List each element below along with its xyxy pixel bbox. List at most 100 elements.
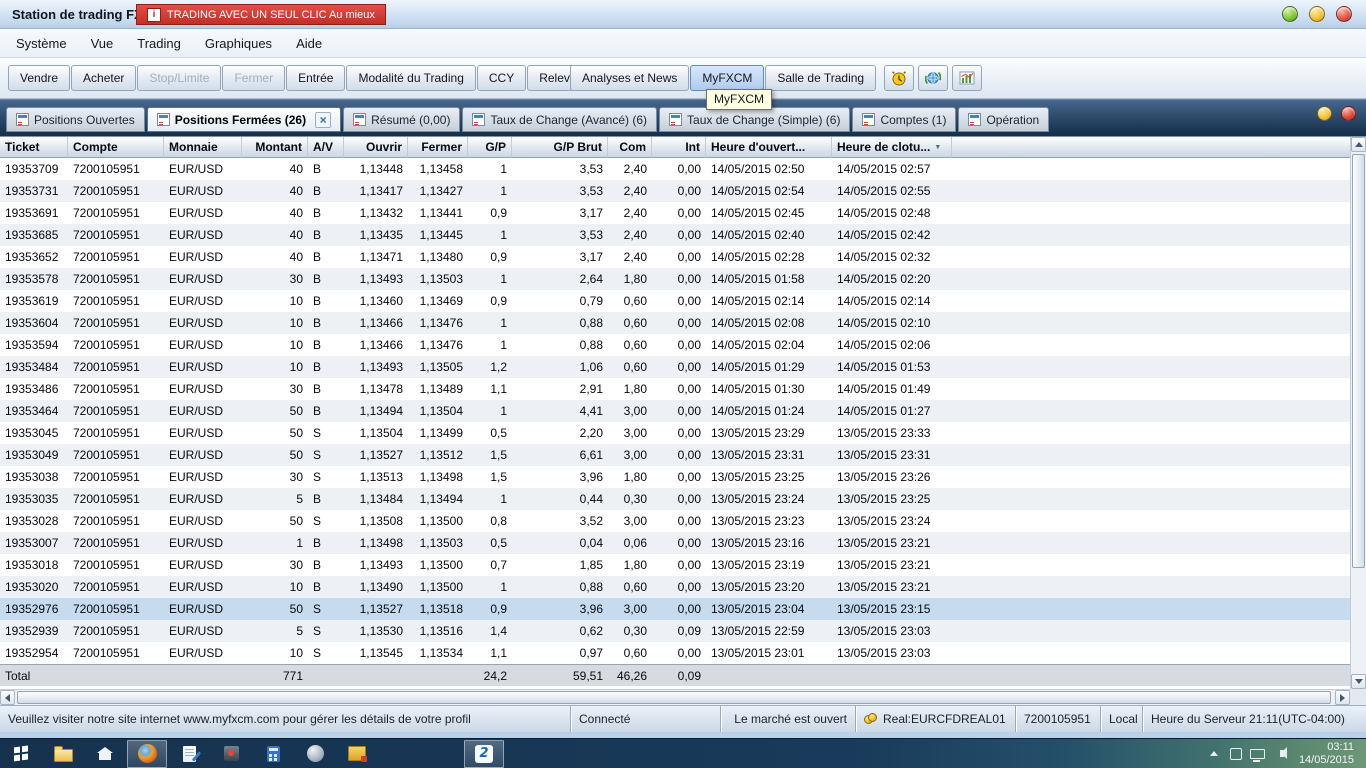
column-header-3[interactable]: Montant (242, 137, 308, 158)
column-header-label: G/P (485, 140, 506, 154)
horizontal-scroll-track[interactable] (15, 690, 1335, 705)
one-click-trading-banner[interactable]: i TRADING AVEC UN SEUL CLIC Au mieux (136, 4, 386, 25)
horizontal-scrollbar[interactable] (0, 689, 1350, 705)
position-row[interactable]: 193535787200105951EUR/USD30B1,134931,135… (0, 268, 1350, 290)
column-header-2[interactable]: Monnaie (164, 137, 242, 158)
tab-taux-de-change-simple-6[interactable]: Taux de Change (Simple) (6) (659, 107, 850, 132)
tab-comptes-1[interactable]: Comptes (1) (852, 107, 956, 132)
position-row[interactable]: 193530387200105951EUR/USD30S1,135131,134… (0, 466, 1350, 488)
position-row[interactable]: 193530207200105951EUR/USD10B1,134901,135… (0, 576, 1350, 598)
position-row[interactable]: 193536857200105951EUR/USD40B1,134351,134… (0, 224, 1350, 246)
toolbar-button-entr-e[interactable]: Entrée (286, 65, 345, 91)
taskbar-file-explorer-button[interactable] (43, 740, 83, 768)
taskbar-mail-app-button[interactable] (337, 740, 377, 768)
taskbar-start-button[interactable] (1, 740, 41, 768)
position-row[interactable]: 193530187200105951EUR/USD30B1,134931,135… (0, 554, 1350, 576)
taskbar-desktop-home-button[interactable] (85, 740, 125, 768)
taskbar-calculator-button[interactable] (253, 740, 293, 768)
tab-r-sum-0-00[interactable]: Résumé (0,00) (343, 107, 460, 132)
menu-vue[interactable]: Vue (79, 32, 126, 55)
position-row[interactable]: 193534867200105951EUR/USD30B1,134781,134… (0, 378, 1350, 400)
taskbar-notepad-button[interactable] (169, 740, 209, 768)
taskbar-trading-station-button[interactable] (464, 740, 504, 768)
column-header-11[interactable]: Heure d'ouvert... (706, 137, 832, 158)
position-row[interactable]: 193534647200105951EUR/USD50B1,134941,135… (0, 400, 1350, 422)
position-row[interactable]: 193530287200105951EUR/USD50S1,135081,135… (0, 510, 1350, 532)
taskbar-clock[interactable]: 03:11 14/05/2015 (1299, 741, 1354, 767)
scroll-down-button[interactable] (1351, 674, 1366, 689)
position-row[interactable]: 193529547200105951EUR/USD10S1,135451,135… (0, 642, 1350, 664)
tab-positions-ouvertes[interactable]: Positions Ouvertes (6, 107, 145, 132)
column-header-4[interactable]: A/V (308, 137, 344, 158)
position-row[interactable]: 193530357200105951EUR/USD5B1,134841,1349… (0, 488, 1350, 510)
column-header-5[interactable]: Ouvrir (344, 137, 408, 158)
column-header-9[interactable]: Com (608, 137, 652, 158)
column-header-6[interactable]: Fermer (408, 137, 468, 158)
cell: 7200105951 (68, 532, 164, 554)
market-chart-button[interactable] (952, 65, 982, 91)
position-row[interactable]: 193536197200105951EUR/USD10B1,134601,134… (0, 290, 1350, 312)
position-row[interactable]: 193530497200105951EUR/USD50S1,135271,135… (0, 444, 1350, 466)
menu-graphiques[interactable]: Graphiques (193, 32, 284, 55)
table-total-body: Total77124,259,5146,260,09 (0, 664, 1350, 686)
menu-aide[interactable]: Aide (284, 32, 334, 55)
position-row[interactable]: 193530457200105951EUR/USD50S1,135041,134… (0, 422, 1350, 444)
menu-syst-me[interactable]: Système (4, 32, 79, 55)
toolbar-button-acheter[interactable]: Acheter (71, 65, 136, 91)
vertical-scrollbar[interactable] (1350, 137, 1366, 689)
tab-close-button[interactable] (315, 112, 331, 128)
tray-input-button[interactable] (1225, 740, 1247, 768)
alarm-clock-button[interactable] (884, 65, 914, 91)
tray-expand-button[interactable] (1203, 740, 1225, 768)
position-row[interactable]: 193530077200105951EUR/USD1B1,134981,1350… (0, 532, 1350, 554)
column-header-label: Montant (255, 140, 302, 154)
scroll-up-button[interactable] (1351, 137, 1366, 152)
statusbar: Veuillez visiter notre site internet www… (0, 705, 1366, 732)
position-row[interactable]: 193536047200105951EUR/USD10B1,134661,134… (0, 312, 1350, 334)
column-header-1[interactable]: Compte (68, 137, 164, 158)
vertical-scroll-thumb[interactable] (1352, 154, 1365, 568)
position-row[interactable]: 193536917200105951EUR/USD40B1,134321,134… (0, 202, 1350, 224)
tab-op-ration[interactable]: Opération (958, 107, 1049, 132)
toolbar-button-vendre[interactable]: Vendre (8, 65, 70, 91)
taskbar-browser-gray-button[interactable] (295, 740, 335, 768)
position-row[interactable]: 193529767200105951EUR/USD50S1,135271,135… (0, 598, 1350, 620)
toolbar-button-ccy[interactable]: CCY (477, 65, 526, 91)
close-button[interactable] (1336, 6, 1352, 22)
refresh-globe-button[interactable] (918, 65, 948, 91)
tray-network-button[interactable] (1247, 740, 1269, 768)
horizontal-scroll-thumb[interactable] (17, 691, 1331, 704)
tab-label: Positions Fermées (26) (175, 113, 306, 127)
scroll-right-button[interactable] (1335, 690, 1350, 705)
tray-volume-button[interactable] (1269, 740, 1291, 768)
column-header-8[interactable]: G/P Brut (512, 137, 608, 158)
restore-button[interactable] (1309, 6, 1325, 22)
toolbar-button-modalit-du-trading[interactable]: Modalité du Trading (346, 65, 475, 91)
position-row[interactable]: 193537097200105951EUR/USD40B1,134481,134… (0, 158, 1350, 180)
cell-filler (952, 180, 1350, 202)
toolbar-button-myfxcm[interactable]: MyFXCM (690, 65, 764, 91)
column-header-7[interactable]: G/P (468, 137, 512, 158)
toolbar-button-salle-de-trading[interactable]: Salle de Trading (765, 65, 876, 91)
position-row[interactable]: 193536527200105951EUR/USD40B1,134711,134… (0, 246, 1350, 268)
position-row[interactable]: 193534847200105951EUR/USD10B1,134931,135… (0, 356, 1350, 378)
vertical-scroll-track[interactable] (1351, 152, 1366, 674)
position-row[interactable]: 193537317200105951EUR/USD40B1,134171,134… (0, 180, 1350, 202)
panel-minimize-button[interactable] (1317, 106, 1332, 121)
panel-close-button[interactable] (1341, 106, 1356, 121)
minimize-button[interactable] (1282, 6, 1298, 22)
taskbar-firefox-button[interactable] (127, 740, 167, 768)
cell: 7200105951 (68, 246, 164, 268)
column-header-0[interactable]: Ticket (0, 137, 68, 158)
position-row[interactable]: 193535947200105951EUR/USD10B1,134661,134… (0, 334, 1350, 356)
column-header-10[interactable]: Int (652, 137, 706, 158)
tab-positions-ferm-es-26[interactable]: Positions Fermées (26) (147, 107, 341, 132)
tab-taux-de-change-avanc-6[interactable]: Taux de Change (Avancé) (6) (462, 107, 657, 132)
toolbar-button-analyses-et-news[interactable]: Analyses et News (570, 65, 689, 91)
taskbar: 03:11 14/05/2015 (0, 738, 1366, 768)
taskbar-utility-app-button[interactable] (211, 740, 251, 768)
scroll-left-button[interactable] (0, 690, 15, 705)
position-row[interactable]: 193529397200105951EUR/USD5S1,135301,1351… (0, 620, 1350, 642)
column-header-12[interactable]: Heure de clotu... (832, 137, 952, 158)
menu-trading[interactable]: Trading (125, 32, 193, 55)
